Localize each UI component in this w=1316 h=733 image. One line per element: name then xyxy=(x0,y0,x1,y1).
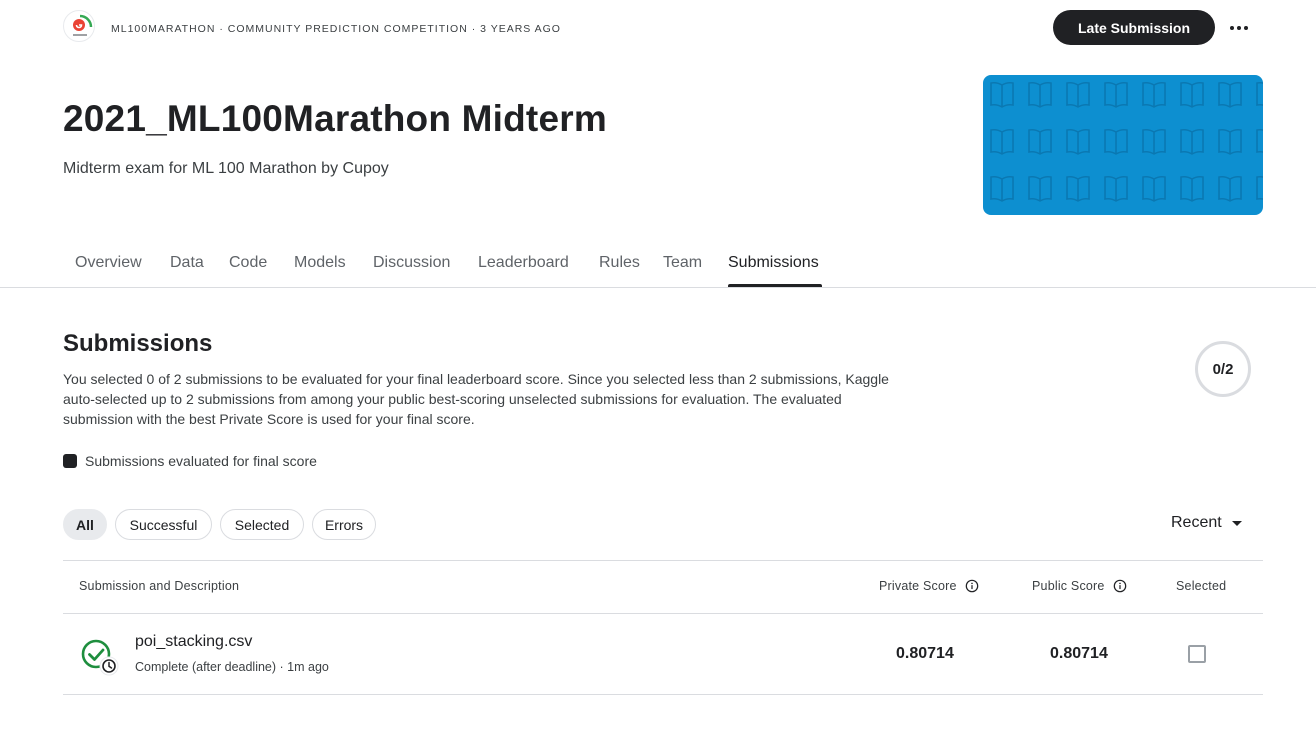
legend-swatch xyxy=(63,454,77,468)
competition-tabs: Overview Data Code Models Discussion Lea… xyxy=(63,240,1316,288)
sort-label: Recent xyxy=(1171,514,1222,531)
section-title: Submissions xyxy=(63,330,213,357)
submission-file-name[interactable]: poi_stacking.csv xyxy=(135,633,252,651)
info-icon[interactable] xyxy=(965,579,979,593)
top-bar: ML100MARATHON · COMMUNITY PREDICTION COM… xyxy=(63,10,1263,46)
more-options-button[interactable] xyxy=(1225,14,1253,42)
page-title: 2021_ML100Marathon Midterm xyxy=(63,98,607,139)
competition-banner-image xyxy=(983,75,1263,215)
column-header-selected: Selected xyxy=(1176,579,1227,593)
selected-count-badge: 0/2 xyxy=(1195,341,1251,397)
tab-discussion[interactable]: Discussion xyxy=(373,254,450,272)
column-header-private-score: Private Score xyxy=(879,579,979,593)
filter-all-chip[interactable]: All xyxy=(63,509,107,540)
legend: Submissions evaluated for final score xyxy=(63,453,317,469)
column-header-public-score: Public Score xyxy=(1032,579,1127,593)
tab-leaderboard[interactable]: Leaderboard xyxy=(478,254,569,272)
more-horizontal-icon xyxy=(1230,26,1234,30)
breadcrumb[interactable]: ML100MARATHON · COMMUNITY PREDICTION COM… xyxy=(111,23,561,35)
info-icon[interactable] xyxy=(1113,579,1127,593)
sort-dropdown[interactable]: Recent xyxy=(1171,514,1242,532)
book-pattern-icon xyxy=(983,75,1263,215)
tabs-divider xyxy=(0,287,1316,288)
cupoy-logo-icon xyxy=(73,14,93,36)
late-submission-button[interactable]: Late Submission xyxy=(1053,10,1215,45)
public-score-value: 0.80714 xyxy=(1050,645,1108,662)
filter-errors-chip[interactable]: Errors xyxy=(312,509,376,540)
tab-submissions[interactable]: Submissions xyxy=(728,254,819,272)
filter-successful-chip[interactable]: Successful xyxy=(115,509,212,540)
submission-status: Complete (after deadline) · 1m ago xyxy=(135,660,329,674)
section-description: You selected 0 of 2 submissions to be ev… xyxy=(63,371,889,427)
column-header-submission: Submission and Description xyxy=(79,579,240,593)
page-subtitle: Midterm exam for ML 100 Marathon by Cupo… xyxy=(63,160,389,177)
tab-data[interactable]: Data xyxy=(170,254,204,272)
success-check-clock-icon xyxy=(81,639,119,676)
legend-label: Submissions evaluated for final score xyxy=(85,453,317,469)
select-submission-checkbox[interactable] xyxy=(1188,645,1206,663)
caret-down-icon xyxy=(1231,520,1242,526)
table-top-divider xyxy=(63,560,1263,561)
table-header-divider xyxy=(63,613,1263,614)
filter-selected-chip[interactable]: Selected xyxy=(220,509,304,540)
table-row-divider xyxy=(63,694,1263,695)
competition-logo[interactable] xyxy=(63,10,95,42)
tab-models[interactable]: Models xyxy=(294,254,346,272)
tab-code[interactable]: Code xyxy=(229,254,267,272)
tab-overview[interactable]: Overview xyxy=(75,254,142,272)
tab-rules[interactable]: Rules xyxy=(599,254,640,272)
tab-team[interactable]: Team xyxy=(663,254,702,272)
private-score-value: 0.80714 xyxy=(896,645,954,662)
